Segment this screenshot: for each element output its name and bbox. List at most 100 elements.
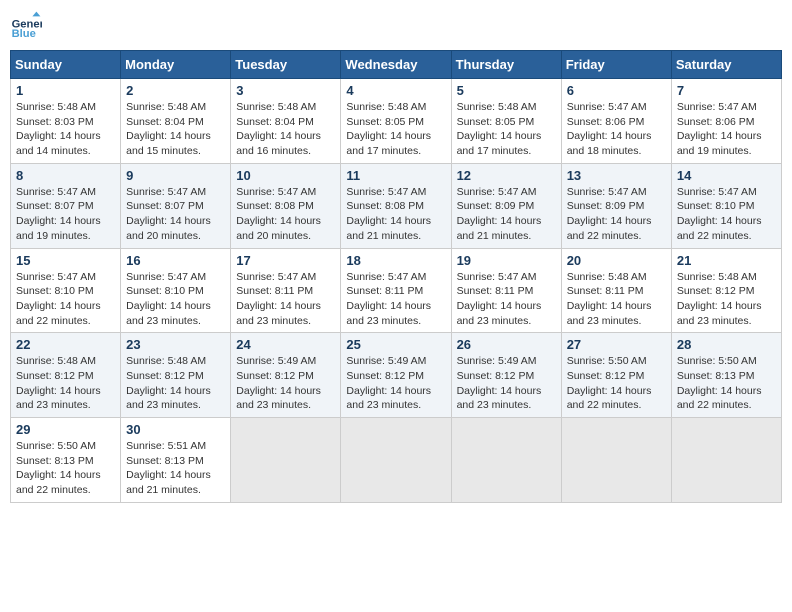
calendar-cell: 18 Sunrise: 5:47 AM Sunset: 8:11 PM Dayl… <box>341 248 451 333</box>
logo: General Blue <box>10 10 42 42</box>
day-detail: Sunrise: 5:47 AM Sunset: 8:07 PM Dayligh… <box>16 185 115 244</box>
calendar-cell: 4 Sunrise: 5:48 AM Sunset: 8:05 PM Dayli… <box>341 79 451 164</box>
sunset-text: Sunset: 8:05 PM <box>346 116 424 128</box>
day-detail: Sunrise: 5:49 AM Sunset: 8:12 PM Dayligh… <box>346 354 445 413</box>
day-number: 20 <box>567 253 666 268</box>
daylight-text: Daylight: 14 hours and 23 minutes. <box>457 385 542 412</box>
calendar-cell <box>341 418 451 503</box>
sunrise-text: Sunrise: 5:47 AM <box>346 186 426 198</box>
day-detail: Sunrise: 5:48 AM Sunset: 8:11 PM Dayligh… <box>567 270 666 329</box>
daylight-text: Daylight: 14 hours and 23 minutes. <box>457 300 542 327</box>
daylight-text: Daylight: 14 hours and 22 minutes. <box>567 385 652 412</box>
sunrise-text: Sunrise: 5:49 AM <box>346 355 426 367</box>
sunrise-text: Sunrise: 5:48 AM <box>346 101 426 113</box>
sunrise-text: Sunrise: 5:47 AM <box>567 186 647 198</box>
sunrise-text: Sunrise: 5:50 AM <box>677 355 757 367</box>
day-detail: Sunrise: 5:47 AM Sunset: 8:10 PM Dayligh… <box>16 270 115 329</box>
calendar-week-5: 29 Sunrise: 5:50 AM Sunset: 8:13 PM Dayl… <box>11 418 782 503</box>
calendar-cell: 3 Sunrise: 5:48 AM Sunset: 8:04 PM Dayli… <box>231 79 341 164</box>
calendar-cell: 22 Sunrise: 5:48 AM Sunset: 8:12 PM Dayl… <box>11 333 121 418</box>
daylight-text: Daylight: 14 hours and 20 minutes. <box>126 215 211 242</box>
sunset-text: Sunset: 8:06 PM <box>567 116 645 128</box>
day-detail: Sunrise: 5:50 AM Sunset: 8:12 PM Dayligh… <box>567 354 666 413</box>
day-detail: Sunrise: 5:48 AM Sunset: 8:05 PM Dayligh… <box>457 100 556 159</box>
sunset-text: Sunset: 8:13 PM <box>126 455 204 467</box>
day-number: 17 <box>236 253 335 268</box>
day-number: 13 <box>567 168 666 183</box>
calendar-cell: 5 Sunrise: 5:48 AM Sunset: 8:05 PM Dayli… <box>451 79 561 164</box>
calendar-cell <box>561 418 671 503</box>
day-number: 24 <box>236 337 335 352</box>
sunrise-text: Sunrise: 5:47 AM <box>457 271 537 283</box>
sunset-text: Sunset: 8:10 PM <box>677 200 755 212</box>
calendar-cell: 7 Sunrise: 5:47 AM Sunset: 8:06 PM Dayli… <box>671 79 781 164</box>
sunset-text: Sunset: 8:11 PM <box>457 285 534 297</box>
sunset-text: Sunset: 8:10 PM <box>126 285 204 297</box>
calendar-cell: 15 Sunrise: 5:47 AM Sunset: 8:10 PM Dayl… <box>11 248 121 333</box>
sunset-text: Sunset: 8:05 PM <box>457 116 535 128</box>
calendar-cell <box>671 418 781 503</box>
day-detail: Sunrise: 5:48 AM Sunset: 8:04 PM Dayligh… <box>236 100 335 159</box>
day-number: 26 <box>457 337 556 352</box>
day-detail: Sunrise: 5:47 AM Sunset: 8:11 PM Dayligh… <box>236 270 335 329</box>
weekday-header-sunday: Sunday <box>11 51 121 79</box>
day-number: 27 <box>567 337 666 352</box>
calendar-cell <box>231 418 341 503</box>
daylight-text: Daylight: 14 hours and 16 minutes. <box>236 130 321 157</box>
calendar-cell: 11 Sunrise: 5:47 AM Sunset: 8:08 PM Dayl… <box>341 163 451 248</box>
calendar-cell: 20 Sunrise: 5:48 AM Sunset: 8:11 PM Dayl… <box>561 248 671 333</box>
daylight-text: Daylight: 14 hours and 23 minutes. <box>236 300 321 327</box>
calendar-cell: 21 Sunrise: 5:48 AM Sunset: 8:12 PM Dayl… <box>671 248 781 333</box>
sunrise-text: Sunrise: 5:47 AM <box>16 271 96 283</box>
daylight-text: Daylight: 14 hours and 22 minutes. <box>16 300 101 327</box>
daylight-text: Daylight: 14 hours and 21 minutes. <box>346 215 431 242</box>
sunrise-text: Sunrise: 5:47 AM <box>236 271 316 283</box>
daylight-text: Daylight: 14 hours and 14 minutes. <box>16 130 101 157</box>
day-detail: Sunrise: 5:47 AM Sunset: 8:10 PM Dayligh… <box>126 270 225 329</box>
sunset-text: Sunset: 8:09 PM <box>567 200 645 212</box>
calendar-cell: 28 Sunrise: 5:50 AM Sunset: 8:13 PM Dayl… <box>671 333 781 418</box>
day-number: 18 <box>346 253 445 268</box>
sunrise-text: Sunrise: 5:48 AM <box>16 101 96 113</box>
calendar-cell: 27 Sunrise: 5:50 AM Sunset: 8:12 PM Dayl… <box>561 333 671 418</box>
day-number: 25 <box>346 337 445 352</box>
calendar-cell: 17 Sunrise: 5:47 AM Sunset: 8:11 PM Dayl… <box>231 248 341 333</box>
sunrise-text: Sunrise: 5:48 AM <box>236 101 316 113</box>
daylight-text: Daylight: 14 hours and 23 minutes. <box>126 385 211 412</box>
sunset-text: Sunset: 8:04 PM <box>126 116 204 128</box>
day-number: 21 <box>677 253 776 268</box>
sunset-text: Sunset: 8:11 PM <box>567 285 644 297</box>
calendar-cell: 2 Sunrise: 5:48 AM Sunset: 8:04 PM Dayli… <box>121 79 231 164</box>
calendar-cell: 13 Sunrise: 5:47 AM Sunset: 8:09 PM Dayl… <box>561 163 671 248</box>
calendar-cell: 14 Sunrise: 5:47 AM Sunset: 8:10 PM Dayl… <box>671 163 781 248</box>
daylight-text: Daylight: 14 hours and 23 minutes. <box>236 385 321 412</box>
calendar-cell: 16 Sunrise: 5:47 AM Sunset: 8:10 PM Dayl… <box>121 248 231 333</box>
day-number: 4 <box>346 83 445 98</box>
calendar-cell: 9 Sunrise: 5:47 AM Sunset: 8:07 PM Dayli… <box>121 163 231 248</box>
day-detail: Sunrise: 5:47 AM Sunset: 8:08 PM Dayligh… <box>236 185 335 244</box>
day-detail: Sunrise: 5:49 AM Sunset: 8:12 PM Dayligh… <box>457 354 556 413</box>
calendar-cell: 24 Sunrise: 5:49 AM Sunset: 8:12 PM Dayl… <box>231 333 341 418</box>
sunset-text: Sunset: 8:12 PM <box>677 285 755 297</box>
day-number: 7 <box>677 83 776 98</box>
day-number: 11 <box>346 168 445 183</box>
sunrise-text: Sunrise: 5:49 AM <box>457 355 537 367</box>
day-number: 30 <box>126 422 225 437</box>
day-detail: Sunrise: 5:48 AM Sunset: 8:12 PM Dayligh… <box>16 354 115 413</box>
sunset-text: Sunset: 8:07 PM <box>126 200 204 212</box>
sunrise-text: Sunrise: 5:48 AM <box>567 271 647 283</box>
calendar-cell: 23 Sunrise: 5:48 AM Sunset: 8:12 PM Dayl… <box>121 333 231 418</box>
daylight-text: Daylight: 14 hours and 23 minutes. <box>126 300 211 327</box>
sunrise-text: Sunrise: 5:47 AM <box>677 186 757 198</box>
sunset-text: Sunset: 8:12 PM <box>126 370 204 382</box>
sunrise-text: Sunrise: 5:49 AM <box>236 355 316 367</box>
sunset-text: Sunset: 8:12 PM <box>236 370 314 382</box>
sunset-text: Sunset: 8:12 PM <box>16 370 94 382</box>
daylight-text: Daylight: 14 hours and 23 minutes. <box>16 385 101 412</box>
sunset-text: Sunset: 8:12 PM <box>567 370 645 382</box>
day-number: 9 <box>126 168 225 183</box>
weekday-header-saturday: Saturday <box>671 51 781 79</box>
day-detail: Sunrise: 5:50 AM Sunset: 8:13 PM Dayligh… <box>16 439 115 498</box>
day-number: 14 <box>677 168 776 183</box>
logo-icon: General Blue <box>10 10 42 42</box>
